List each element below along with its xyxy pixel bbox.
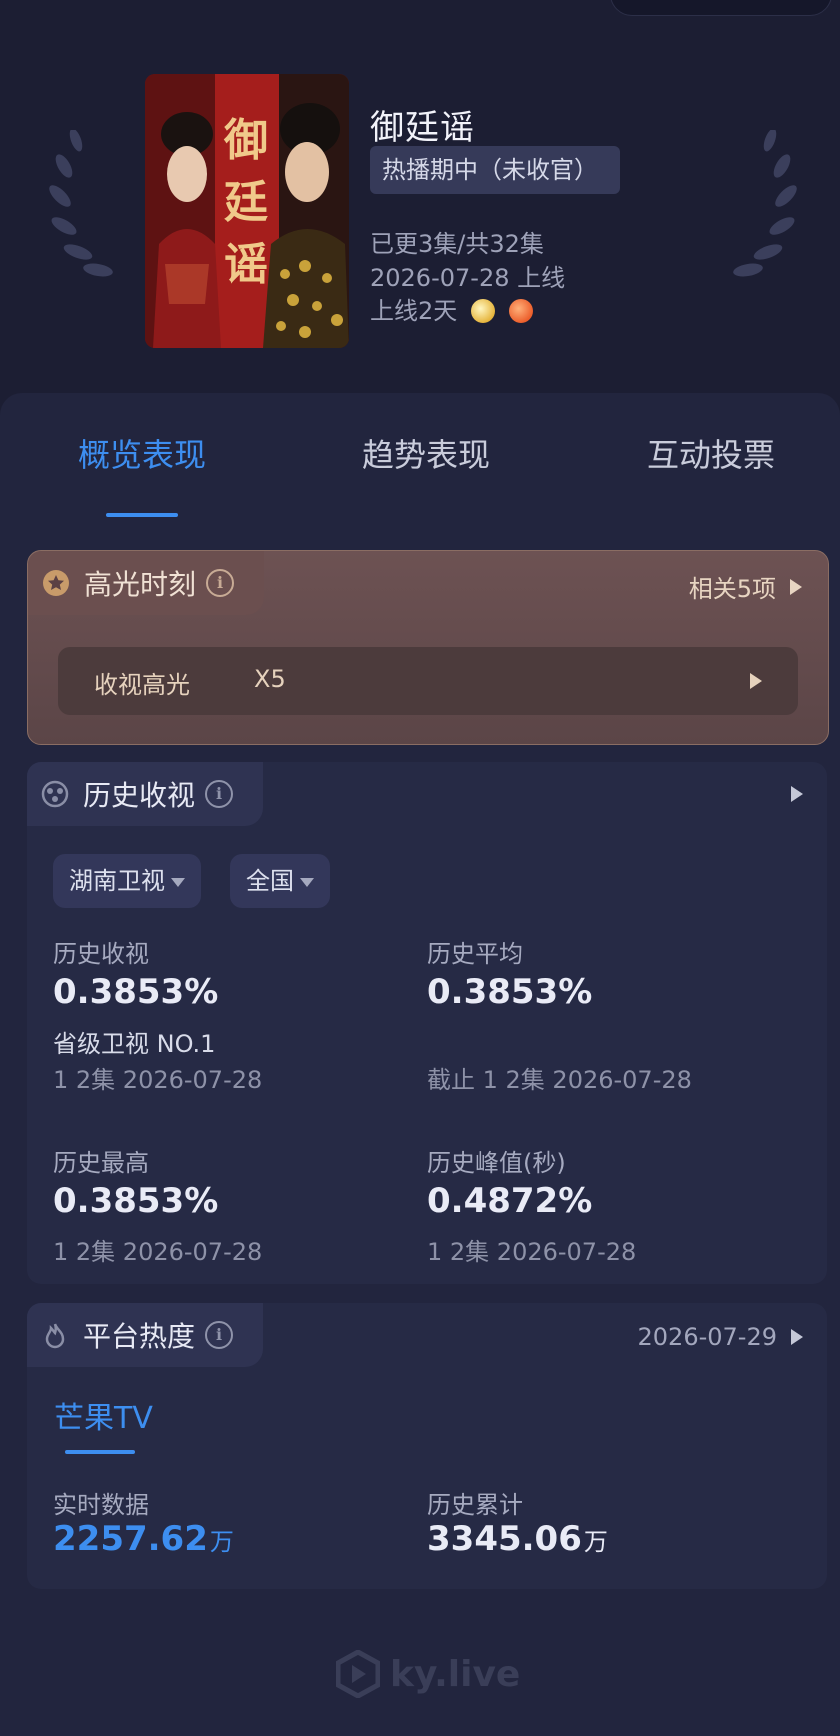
highlight-row-value: X5 <box>254 665 286 693</box>
stat-value: 0.3853% <box>427 972 593 1012</box>
channel-selector-value: 湖南卫视 <box>69 867 165 895</box>
history-header: 历史收视 i <box>27 762 264 826</box>
play-arrow-icon <box>791 1329 803 1345</box>
tab-mango-tv[interactable]: 芒果TV <box>54 1393 153 1437</box>
highlight-related-link[interactable]: 相关5项 <box>689 569 802 604</box>
info-icon[interactable]: i <box>205 1321 234 1349</box>
tab-overview[interactable]: 概览表现 <box>62 430 222 476</box>
total-value-row: 3345.06万 <box>427 1519 608 1559</box>
stat-sub: 1 2集 2026-07-28 <box>53 1238 263 1266</box>
release-date: 2026-07-28 上线 <box>370 264 566 292</box>
ratings-icon <box>41 780 69 808</box>
realtime-label: 实时数据 <box>53 1491 149 1519</box>
info-icon[interactable]: i <box>205 780 234 808</box>
watermark: ky.live <box>336 1650 520 1698</box>
chevron-down-icon <box>300 878 314 887</box>
history-ratings-section: 历史收视 i 湖南卫视 全国 历史收视 0.3853% 省级卫视 NO.1 1 … <box>27 762 827 1284</box>
drama-poster[interactable]: 御廷谣 <box>145 74 349 348</box>
stat-label: 历史最高 <box>53 1149 149 1177</box>
play-arrow-icon <box>790 578 802 595</box>
realtime-value-row: 2257.62万 <box>53 1519 234 1559</box>
online-days: 上线2天 <box>370 297 458 325</box>
status-badge: 热播期中（未收官） <box>370 146 620 194</box>
poster-title-text: 御廷谣 <box>224 115 268 290</box>
heat-header: 平台热度 i <box>27 1303 264 1367</box>
highlight-row[interactable]: 收视高光 X5 <box>58 647 798 715</box>
info-icon[interactable]: i <box>206 569 235 597</box>
laurel-left-icon <box>49 130 113 277</box>
laurel-right-icon <box>733 130 797 277</box>
heat-date: 2026-07-29 <box>637 1323 777 1351</box>
stat-value: 0.3853% <box>53 1181 219 1221</box>
region-selector[interactable]: 全国 <box>230 854 330 908</box>
ky-logo-icon <box>336 1650 380 1698</box>
history-title: 历史收视 <box>83 779 196 812</box>
stat-sub: 1 2集 2026-07-28 <box>53 1066 263 1094</box>
stat-label: 历史收视 <box>53 940 149 968</box>
highlight-title: 高光时刻 <box>84 568 197 601</box>
highlight-row-label: 收视高光 <box>94 671 190 699</box>
total-value: 3345.06 <box>427 1519 582 1559</box>
realtime-value: 2257.62 <box>53 1519 208 1559</box>
stat-rank: 省级卫视 NO.1 <box>53 1030 216 1058</box>
mango-tv-icon <box>508 299 533 323</box>
heat-tab-indicator <box>65 1450 135 1454</box>
history-more-link[interactable] <box>791 786 803 806</box>
stat-value: 0.4872% <box>427 1181 593 1221</box>
stat-value: 0.3853% <box>53 972 219 1012</box>
star-badge-icon <box>43 570 69 596</box>
heat-title: 平台热度 <box>83 1320 196 1353</box>
stat-label: 历史平均 <box>427 940 523 968</box>
highlight-header: 高光时刻 i <box>28 551 265 615</box>
watermark-text: ky.live <box>390 1653 521 1695</box>
region-selector-value: 全国 <box>246 867 294 895</box>
chevron-down-icon <box>171 878 185 887</box>
hunan-tv-icon <box>470 299 495 323</box>
stat-sub: 截止 1 2集 2026-07-28 <box>427 1066 692 1094</box>
flame-icon <box>45 1323 65 1349</box>
play-arrow-icon <box>750 673 762 689</box>
channel-selector[interactable]: 湖南卫视 <box>53 854 201 908</box>
drama-title: 御廷谣 <box>370 108 475 148</box>
tab-vote[interactable]: 互动投票 <box>631 430 791 476</box>
online-days-row: 上线2天 <box>370 291 533 326</box>
highlight-section: 高光时刻 i 相关5项 收视高光 X5 <box>27 550 829 745</box>
top-pill-button[interactable] <box>610 0 832 16</box>
play-arrow-icon <box>791 786 803 802</box>
total-unit: 万 <box>583 1528 608 1556</box>
episode-count: 已更3集/共32集 <box>370 230 544 258</box>
total-label: 历史累计 <box>427 1491 523 1519</box>
platform-heat-section: 平台热度 i 2026-07-29 芒果TV 实时数据 2257.62万 历史累… <box>27 1303 827 1589</box>
active-tab-indicator <box>106 513 178 517</box>
realtime-unit: 万 <box>209 1528 234 1556</box>
heat-date-link[interactable]: 2026-07-29 <box>638 1323 803 1351</box>
stat-label: 历史峰值(秒) <box>427 1149 566 1177</box>
stat-sub: 1 2集 2026-07-28 <box>427 1238 637 1266</box>
tab-trend[interactable]: 趋势表现 <box>346 430 506 476</box>
highlight-related-count: 相关5项 <box>688 575 776 603</box>
